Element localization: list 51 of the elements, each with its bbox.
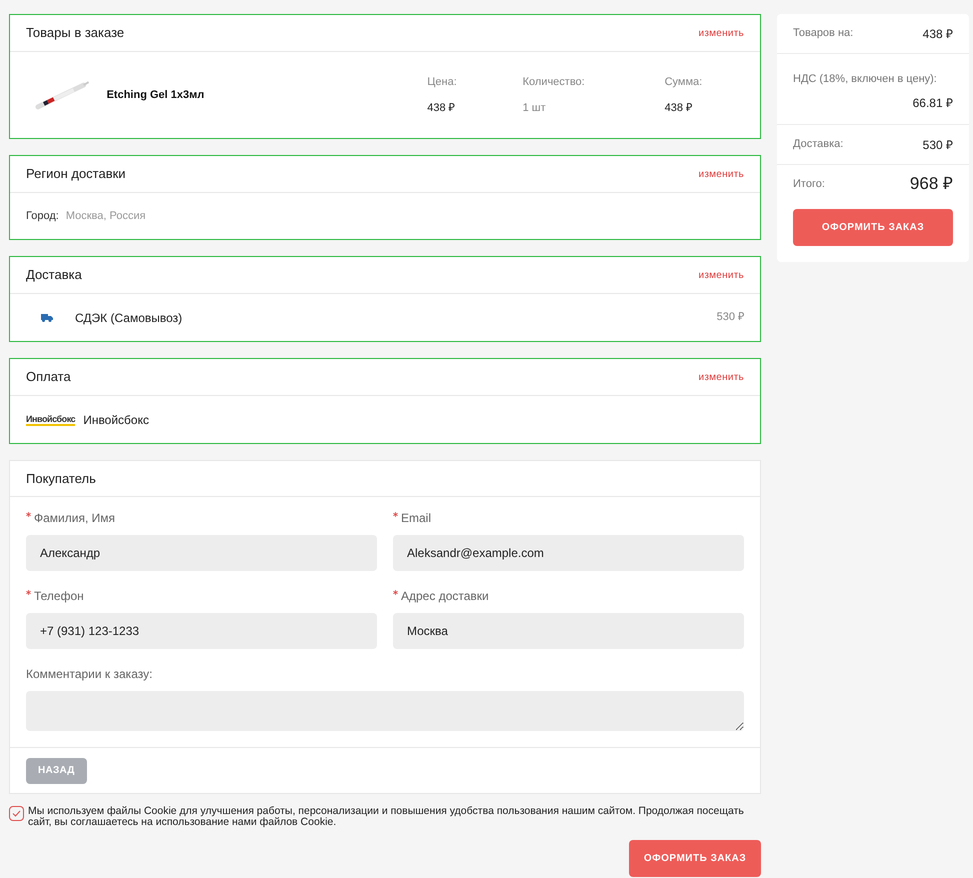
- summary-label: Итого:: [793, 176, 825, 192]
- summary-label: НДС (18%, включен в цену):: [793, 73, 937, 85]
- column-label: Цена:: [427, 74, 458, 90]
- truck-icon: [41, 314, 53, 322]
- delivery-method: СДЭК (Самовывоз): [75, 310, 184, 326]
- submit-button[interactable]: ОФОРМИТЬ ЗАКАЗ: [793, 209, 953, 246]
- section-title: Регион доставки: [26, 165, 126, 184]
- column-label: Количество:: [522, 74, 586, 90]
- required-icon: [26, 590, 31, 595]
- input-field[interactable]: Александр: [26, 535, 377, 571]
- column-value: 438 ₽: [427, 101, 456, 116]
- check-icon: [12, 810, 21, 816]
- input-field[interactable]: Aleksandr@example.com: [393, 535, 744, 571]
- total-value: 968 ₽: [910, 173, 953, 196]
- edit-link[interactable]: изменить: [698, 370, 744, 384]
- field-label: Комментарии к заказу:: [26, 666, 152, 683]
- edit-link[interactable]: изменить: [698, 26, 744, 40]
- column-value: 1 шт: [522, 101, 547, 116]
- back-button[interactable]: НАЗАД: [26, 758, 87, 784]
- summary-value: 66.81 ₽: [912, 95, 953, 112]
- comment-field[interactable]: [26, 691, 744, 731]
- delivery-price: 530 ₽: [716, 310, 744, 326]
- summary-value: 438 ₽: [922, 26, 953, 42]
- summary-label: Товаров на:: [793, 26, 854, 42]
- field-label: Фамилия, Имя: [34, 510, 115, 527]
- payment-logo: Инвойсбокс: [26, 414, 76, 426]
- section-title: Оплата: [26, 368, 71, 386]
- cookie-notice: Мы используем файлы Cookie для улучшения работы, персонализации и повышения удобства пользования нашим сайтом. Продолжая посещать сайт, вы соглашаетесь на использование нами файлов Cookie.: [28, 806, 745, 828]
- required-icon: [393, 512, 398, 517]
- city-value: Москва, Россия: [66, 208, 146, 224]
- city-label: Город:: [26, 208, 59, 224]
- section-title: Покупатель: [26, 470, 96, 488]
- edit-link[interactable]: изменить: [698, 166, 744, 182]
- product-name: Etching Gel 1x3мл: [106, 88, 206, 103]
- required-icon: [393, 590, 398, 595]
- edit-link[interactable]: изменить: [698, 268, 744, 282]
- consent-checkbox[interactable]: [9, 806, 24, 820]
- submit-button[interactable]: ОФОРМИТЬ ЗАКАЗ: [629, 840, 761, 876]
- field-label: Адрес доставки: [401, 588, 489, 605]
- column-label: Сумма:: [664, 74, 704, 90]
- input-field[interactable]: +7 (931) 123-1233: [26, 613, 377, 649]
- section-title: Доставка: [26, 266, 82, 284]
- field-label: Телефон: [34, 588, 84, 605]
- input-field[interactable]: Москва: [393, 613, 744, 649]
- required-icon: [26, 512, 31, 517]
- section-title: Товары в заказе: [26, 24, 124, 42]
- summary-value: 530 ₽: [922, 136, 953, 154]
- summary-label: Доставка:: [793, 137, 844, 152]
- payment-method: Инвойсбокс: [83, 412, 149, 428]
- column-value: 438 ₽: [664, 101, 693, 116]
- field-label: Email: [401, 510, 432, 527]
